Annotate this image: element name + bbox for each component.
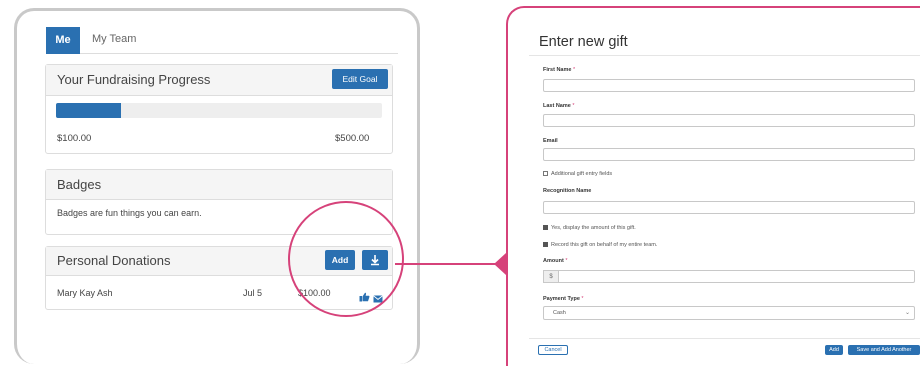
first-name-label: First Name * [543,67,576,73]
additional-fields-label: Additional gift entry fields [551,171,613,177]
entire-team-checkbox[interactable] [543,242,548,248]
frame-cover [507,0,920,6]
form-title: Enter new gift [539,34,628,50]
panel-header: Your Fundraising Progress Edit Goal [46,65,392,96]
raised-amount: $100.00 [57,133,92,144]
amount-label: Amount * [543,258,568,264]
payment-type-value: Cash [553,310,566,316]
footer-divider [529,338,920,339]
recognition-name-input[interactable] [543,201,915,214]
payment-type-select[interactable]: Cash ⌄ [543,306,915,320]
panel-title: Personal Donations [57,253,171,268]
display-amount-checkbox[interactable] [543,225,548,231]
amount-input[interactable] [558,270,915,283]
last-name-label: Last Name * [543,103,575,109]
tab-me[interactable]: Me [46,27,80,54]
panel-title: Your Fundraising Progress [57,72,211,87]
callout-pointer [494,253,506,275]
highlight-circle [288,201,404,317]
recognition-name-label: Recognition Name [543,188,592,194]
progress-bar-fill [56,103,122,118]
email-input[interactable] [543,148,915,161]
email-label: Email [543,138,558,144]
cancel-button[interactable]: Cancel [538,345,568,355]
panel-header: Badges [46,170,392,200]
entire-team-checkbox-row[interactable]: Record this gift on behalf of my entire … [543,242,657,248]
chevron-down-icon: ⌄ [904,310,910,316]
payment-type-label: Payment Type * [543,296,584,302]
progress-bar [56,103,382,118]
panel-title: Badges [57,177,102,192]
form-divider [529,55,920,56]
callout-connector [395,263,495,265]
donor-name: Mary Kay Ash [57,288,113,298]
add-gift-button[interactable]: Add [825,345,843,355]
additional-fields-checkbox-row[interactable]: Additional gift entry fields [543,171,612,177]
goal-amount: $500.00 [335,133,370,144]
tab-my-team[interactable]: My Team [92,27,136,54]
first-name-input[interactable] [543,79,915,92]
donation-date: Jul 5 [243,288,263,298]
last-name-input[interactable] [543,114,915,127]
display-amount-label: Yes, display the amount of this gift. [551,225,636,231]
save-and-add-another-button[interactable]: Save and Add Another [848,345,920,355]
additional-fields-checkbox[interactable] [543,171,548,177]
badges-description: Badges are fun things you can earn. [57,208,202,218]
display-amount-checkbox-row[interactable]: Yes, display the amount of this gift. [543,225,636,231]
edit-goal-button[interactable]: Edit Goal [332,69,388,89]
entire-team-label: Record this gift on behalf of my entire … [551,242,658,248]
currency-addon: $ [543,270,559,283]
